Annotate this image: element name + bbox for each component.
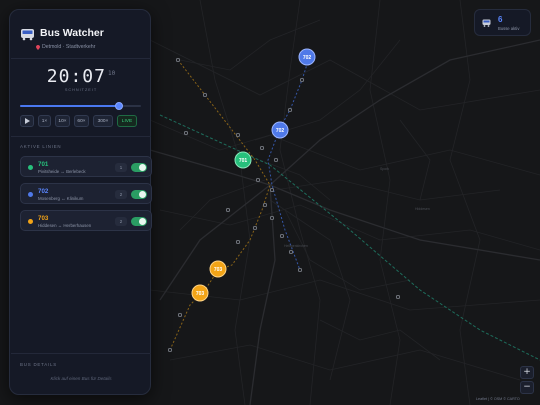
bus-marker-label: 701 bbox=[239, 158, 248, 164]
bus-marker-label: 702 bbox=[276, 128, 285, 134]
line-toggle-701[interactable] bbox=[131, 163, 147, 172]
zoom-out-button[interactable]: − bbox=[520, 381, 534, 394]
clock: 20:07 10 bbox=[10, 66, 152, 87]
speed-1x-button[interactable]: 1× bbox=[38, 115, 51, 127]
brand: Bus Watcher bbox=[20, 27, 104, 41]
line-color-dot bbox=[28, 165, 33, 170]
line-number: 703 bbox=[38, 215, 49, 222]
district-label: Heiligenkirchen bbox=[284, 244, 308, 248]
lines-section-title: AKTIVE LINIEN bbox=[20, 144, 62, 149]
bus-icon bbox=[21, 29, 34, 41]
line-card-702[interactable]: 702 Mosenberg ↔ Klinikum 2 bbox=[20, 183, 152, 204]
line-bus-count: 2 bbox=[115, 217, 127, 226]
line-route: Hiddesen ↔ Herberhausen bbox=[38, 223, 92, 228]
toggle-knob bbox=[139, 218, 146, 225]
active-bus-counter: 6 Busse aktiv bbox=[474, 9, 531, 36]
bus-marker-label: 703 bbox=[214, 267, 223, 273]
speed-10x-button[interactable]: 10× bbox=[55, 115, 70, 127]
toggle-knob bbox=[139, 164, 146, 171]
line-card-703[interactable]: 703 Hiddesen ↔ Herberhausen 2 bbox=[20, 210, 152, 231]
play-icon bbox=[24, 118, 30, 124]
line-route: Mosenberg ↔ Klinikum bbox=[38, 196, 84, 201]
district-label: Spork bbox=[380, 167, 389, 171]
details-empty-text: Klick auf einen Bus für Details bbox=[50, 376, 112, 381]
app-title: Bus Watcher bbox=[40, 27, 104, 39]
line-toggle-703[interactable] bbox=[131, 217, 147, 226]
details-section-title: BUS DETAILS bbox=[20, 362, 58, 367]
control-panel: Bus Watcher Detmold · Stadtverkehr 20:07… bbox=[9, 9, 152, 395]
bus-marker[interactable]: 702 bbox=[271, 121, 289, 139]
live-button[interactable]: LIVE bbox=[117, 115, 137, 127]
bus-marker[interactable]: 701 bbox=[234, 151, 252, 169]
bus-marker-label: 703 bbox=[196, 291, 205, 297]
map-attribution[interactable]: Leaflet | © OSM © CARTO bbox=[476, 397, 520, 401]
location-text: Detmold · Stadtverkehr bbox=[42, 44, 96, 50]
line-number: 702 bbox=[38, 188, 49, 195]
clock-time: 20:07 bbox=[46, 66, 106, 87]
play-button[interactable] bbox=[20, 115, 34, 127]
line-color-dot bbox=[28, 219, 33, 224]
line-bus-count: 2 bbox=[115, 190, 127, 199]
line-bus-count: 1 bbox=[115, 163, 127, 172]
bus-marker[interactable]: 703 bbox=[209, 260, 227, 278]
line-color-dot bbox=[28, 192, 33, 197]
line-number: 701 bbox=[38, 161, 49, 168]
bus-icon bbox=[482, 19, 491, 27]
speed-60x-button[interactable]: 60× bbox=[74, 115, 89, 127]
timeline-slider-fill bbox=[20, 105, 120, 107]
pin-icon bbox=[36, 44, 40, 50]
timeline-slider-thumb[interactable] bbox=[115, 102, 124, 110]
clock-label: SCHNITZEIT bbox=[64, 88, 98, 92]
zoom-in-button[interactable]: + bbox=[520, 366, 534, 379]
divider bbox=[11, 136, 151, 137]
line-toggle-702[interactable] bbox=[131, 190, 147, 199]
speed-300x-button[interactable]: 300× bbox=[93, 115, 113, 127]
bus-marker[interactable]: 703 bbox=[191, 284, 209, 302]
line-card-701[interactable]: 701 Pivitsheide ↔ Berlebeck 1 bbox=[20, 156, 152, 177]
timeline-slider[interactable] bbox=[20, 102, 141, 110]
divider bbox=[11, 353, 151, 354]
bus-marker[interactable]: 702 bbox=[298, 48, 316, 66]
location-subtitle: Detmold · Stadtverkehr bbox=[36, 44, 95, 50]
line-route: Pivitsheide ↔ Berlebeck bbox=[38, 169, 86, 174]
clock-seconds: 10 bbox=[107, 70, 116, 77]
district-label: Hiddesen bbox=[415, 207, 430, 211]
bus-marker-label: 702 bbox=[303, 55, 312, 61]
active-bus-count: 6 bbox=[498, 15, 503, 24]
toggle-knob bbox=[139, 191, 146, 198]
active-bus-label: Busse aktiv bbox=[498, 26, 520, 31]
divider bbox=[11, 58, 151, 59]
